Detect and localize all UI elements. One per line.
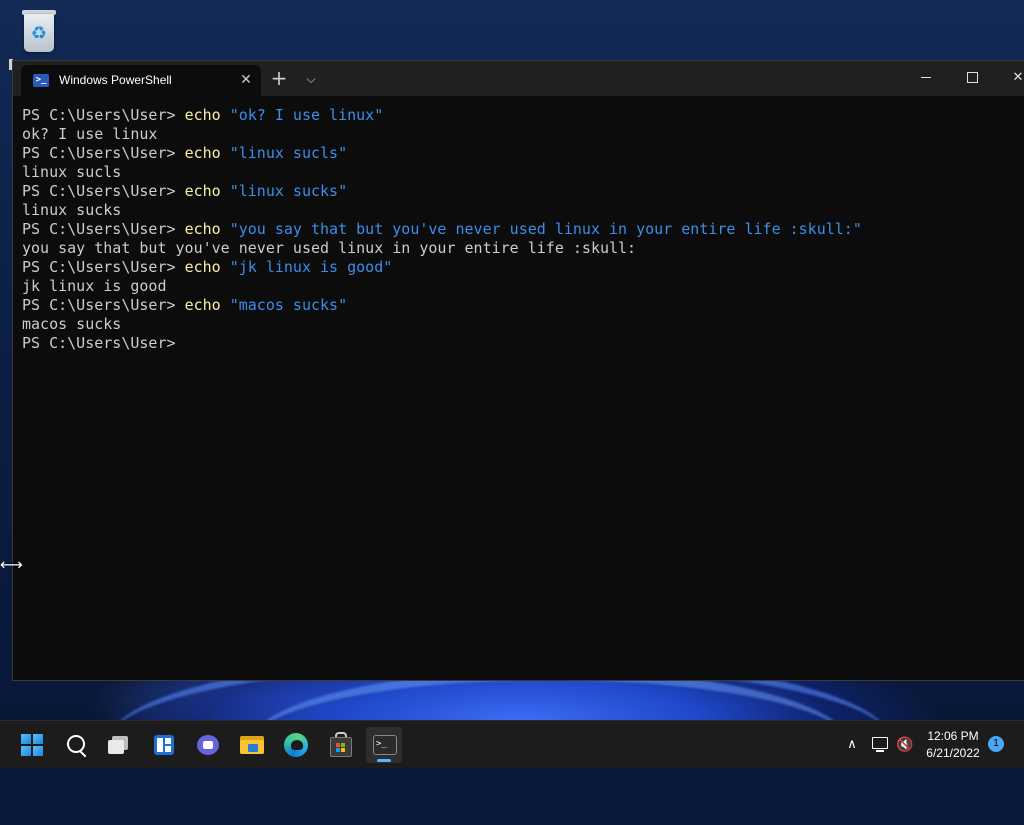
- close-button[interactable]: ✕: [995, 61, 1024, 95]
- output-text: ok? I use linux: [22, 125, 158, 143]
- notification-badge[interactable]: 1: [988, 736, 1004, 752]
- tab-windows-powershell[interactable]: >_ Windows PowerShell ✕: [21, 65, 261, 96]
- windows-logo-icon: [21, 734, 43, 756]
- output-text: you say that but you've never used linux…: [22, 239, 637, 257]
- console-prompt-line: PS C:\Users\User> echo "you say that but…: [22, 220, 1024, 239]
- edge-browser-icon-inner: [291, 740, 303, 750]
- start-button[interactable]: [14, 727, 50, 763]
- window-titlebar[interactable]: >_ Windows PowerShell ✕ + ⌵ ✕: [13, 61, 1024, 96]
- minimize-button[interactable]: [903, 61, 949, 95]
- store-button[interactable]: [322, 727, 358, 763]
- output-text: linux sucls: [22, 163, 122, 181]
- console-output-line: macos sucks: [22, 315, 1024, 334]
- resize-cursor-icon: ⟷: [0, 555, 23, 574]
- maximize-icon: [967, 72, 978, 83]
- console-output-line: ok? I use linux: [22, 125, 1024, 144]
- maximize-button[interactable]: [949, 61, 995, 95]
- minimize-icon: [921, 77, 931, 78]
- recycle-bin-desktop-icon[interactable]: ♻: [18, 8, 62, 56]
- clock-time: 12:06 PM: [927, 729, 979, 743]
- show-hidden-icons-button[interactable]: ∧: [842, 733, 862, 757]
- tab-close-button[interactable]: ✕: [237, 71, 255, 89]
- command-text: echo: [184, 144, 221, 162]
- string-argument: "macos sucks": [220, 296, 348, 314]
- prompt-text: PS C:\Users\User>: [22, 144, 185, 162]
- edge-button[interactable]: [278, 727, 314, 763]
- command-text: echo: [184, 258, 221, 276]
- console-prompt-line: PS C:\Users\User>: [22, 334, 1024, 353]
- recycle-symbol-icon: ♻: [30, 23, 48, 44]
- powershell-window[interactable]: >_ Windows PowerShell ✕ + ⌵ ✕ PS C:\User…: [12, 60, 1024, 681]
- network-icon[interactable]: [870, 735, 890, 755]
- string-argument: "linux sucks": [220, 182, 348, 200]
- store-icon: [330, 737, 352, 757]
- folder-icon-accent: [248, 744, 258, 752]
- console-output-line: linux sucls: [22, 163, 1024, 182]
- camera-icon: [203, 741, 213, 749]
- file-explorer-button[interactable]: [234, 727, 270, 763]
- command-text: echo: [184, 182, 221, 200]
- widgets-button[interactable]: [146, 727, 182, 763]
- prompt-text: PS C:\Users\User>: [22, 296, 185, 314]
- console-prompt-line: PS C:\Users\User> echo "linux sucls": [22, 144, 1024, 163]
- console-prompt-line: PS C:\Users\User> echo "jk linux is good…: [22, 258, 1024, 277]
- console-output-line: jk linux is good: [22, 277, 1024, 296]
- prompt-text: PS C:\Users\User>: [22, 334, 176, 352]
- command-text: echo: [184, 296, 221, 314]
- search-icon-handle: [79, 750, 87, 758]
- terminal-icon: >_: [373, 735, 397, 755]
- clock-date: 6/21/2022: [926, 746, 980, 760]
- prompt-text: PS C:\Users\User>: [22, 220, 185, 238]
- command-text: echo: [184, 220, 221, 238]
- console-output[interactable]: PS C:\Users\User> echo "ok? I use linux"…: [22, 106, 1024, 680]
- console-prompt-line: PS C:\Users\User> echo "linux sucks": [22, 182, 1024, 201]
- output-text: linux sucks: [22, 201, 122, 219]
- search-button[interactable]: [58, 727, 94, 763]
- task-view-button[interactable]: [102, 727, 138, 763]
- output-text: jk linux is good: [22, 277, 167, 295]
- output-text: macos sucks: [22, 315, 122, 333]
- taskbar: >_ ∧ 🔇 12:06 PM 6/21/2022 1: [0, 720, 1024, 768]
- prompt-text: PS C:\Users\User>: [22, 182, 185, 200]
- string-argument: "you say that but you've never used linu…: [220, 220, 862, 238]
- new-tab-button[interactable]: +: [267, 67, 291, 91]
- tab-dropdown-button[interactable]: ⌵: [301, 69, 321, 89]
- task-view-icon-front: [108, 740, 124, 754]
- active-app-indicator: [377, 759, 391, 762]
- string-argument: "jk linux is good": [220, 258, 393, 276]
- console-prompt-line: PS C:\Users\User> echo "ok? I use linux": [22, 106, 1024, 125]
- string-argument: "linux sucls": [220, 144, 348, 162]
- prompt-text: PS C:\Users\User>: [22, 258, 185, 276]
- prompt-text: PS C:\Users\User>: [22, 106, 185, 124]
- volume-muted-icon[interactable]: 🔇: [896, 735, 916, 755]
- console-output-line: you say that but you've never used linux…: [22, 239, 1024, 258]
- terminal-button[interactable]: >_: [366, 727, 402, 763]
- clock[interactable]: 12:06 PM 6/21/2022: [922, 728, 984, 762]
- teams-chat-button[interactable]: [190, 727, 226, 763]
- powershell-icon: >_: [33, 74, 49, 87]
- search-icon: [67, 735, 85, 753]
- command-text: echo: [184, 106, 221, 124]
- console-prompt-line: PS C:\Users\User> echo "macos sucks": [22, 296, 1024, 315]
- string-argument: "ok? I use linux": [220, 106, 384, 124]
- widgets-icon: [154, 735, 174, 755]
- console-output-line: linux sucks: [22, 201, 1024, 220]
- tab-title: Windows PowerShell: [59, 73, 172, 87]
